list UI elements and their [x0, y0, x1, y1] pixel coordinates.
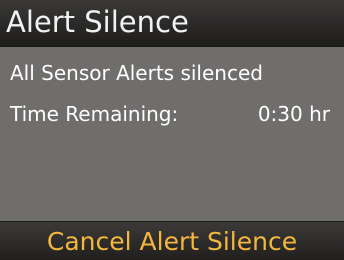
alert-status-text: All Sensor Alerts silenced — [10, 61, 263, 85]
screen-header: Alert Silence — [0, 0, 344, 47]
time-remaining-label: Time Remaining: — [10, 102, 179, 126]
time-remaining-value: 0:30 hr — [257, 102, 330, 126]
screen-footer: Cancel Alert Silence — [0, 221, 344, 260]
device-screen: Alert Silence All Sensor Alerts silenced… — [0, 0, 344, 260]
screen-body: All Sensor Alerts silenced Time Remainin… — [0, 47, 344, 221]
page-title: Alert Silence — [6, 5, 189, 39]
cancel-alert-silence-button[interactable]: Cancel Alert Silence — [0, 222, 344, 260]
